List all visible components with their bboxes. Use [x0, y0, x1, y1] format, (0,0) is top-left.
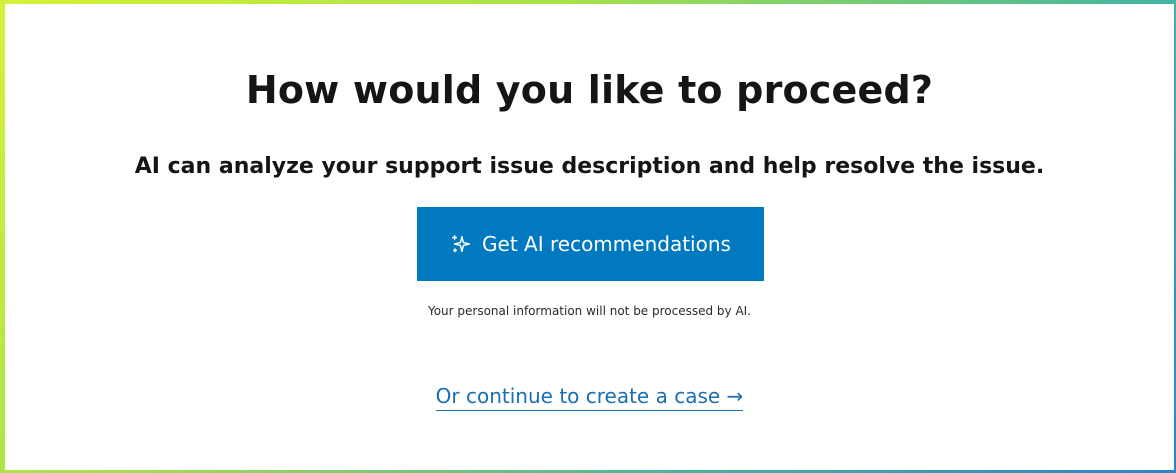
sparkle-icon: [450, 233, 472, 255]
create-case-link-label: Or continue to create a case: [435, 384, 721, 408]
get-ai-recommendations-button[interactable]: Get AI recommendations: [417, 207, 764, 281]
continue-link-container: Or continue to create a case →: [5, 384, 1174, 411]
ai-button-label: Get AI recommendations: [482, 232, 731, 256]
page-title: How would you like to proceed?: [245, 68, 934, 112]
privacy-notice: Your personal information will not be pr…: [427, 304, 752, 318]
arrow-right-icon: →: [726, 384, 744, 408]
proceed-panel: How would you like to proceed? AI can an…: [5, 4, 1174, 470]
create-case-link[interactable]: Or continue to create a case →: [435, 384, 744, 411]
window-frame: How would you like to proceed? AI can an…: [0, 0, 1176, 473]
page-description: AI can analyze your support issue descri…: [134, 154, 1045, 179]
